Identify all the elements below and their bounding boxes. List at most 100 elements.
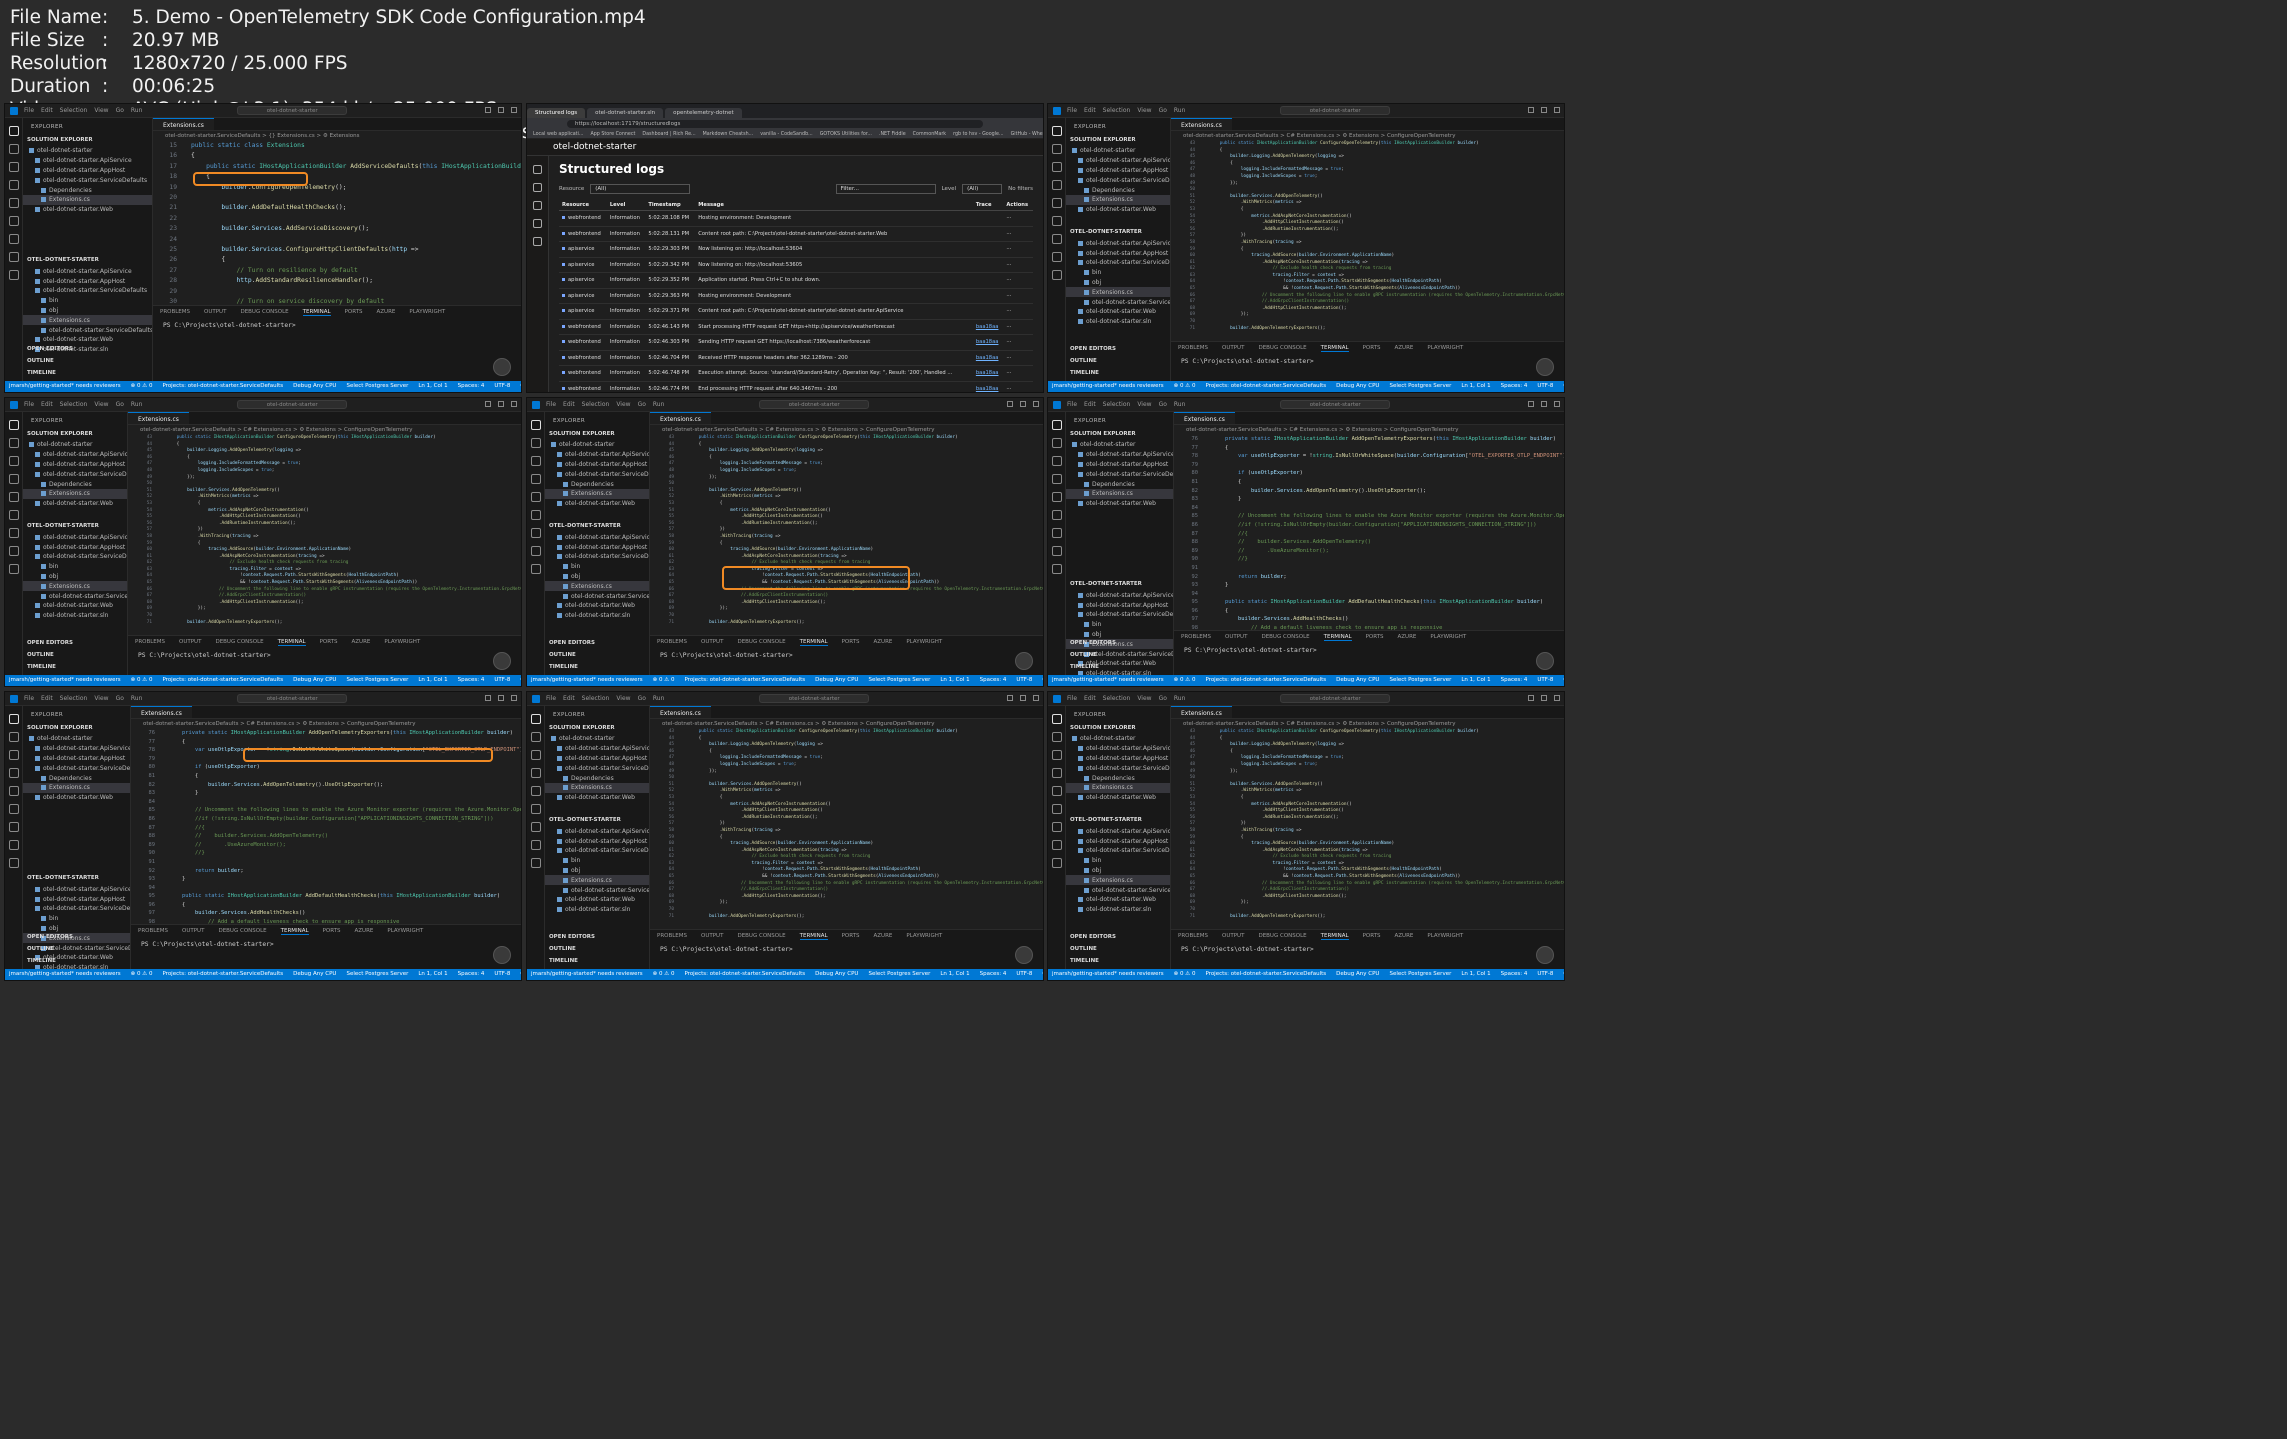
docker-icon[interactable] [1051,822,1062,832]
editor-tab[interactable]: Extensions.cs [128,412,189,424]
breadcrumb[interactable]: otel-dotnet-starter.ServiceDefaults > C#… [1174,425,1564,435]
tree-item[interactable]: Dependencies [1066,185,1170,195]
tree-item[interactable]: otel-dotnet-starter.ServiceDefaults.cspr… [1066,297,1170,307]
panel-tab[interactable]: DEBUG CONSOLE [737,636,785,645]
tree-item[interactable]: otel-dotnet-starter.ServiceDefaults [23,286,152,296]
extensions-icon[interactable] [8,786,19,796]
status-item[interactable]: jmarsh/getting-started* needs reviewers [9,383,121,389]
bookmark[interactable]: GOTOKS Utilities for... [820,132,872,137]
tree-item[interactable]: Extensions.cs [23,488,127,499]
terminal-prompt[interactable]: PS C:\Projects\otel-dotnet-starter> [650,940,1043,959]
panel-tab[interactable]: PROBLEMS [138,925,168,934]
copilot-chat-icon[interactable] [493,946,511,964]
status-item[interactable]: Debug Any CPU [293,677,336,683]
status-item[interactable]: Projects: otel-dotnet-starter.ServiceDef… [162,383,283,389]
testing-icon[interactable] [530,510,541,520]
copilot-chat-icon[interactable] [1536,358,1554,376]
tree-item[interactable]: otel-dotnet-starter.ApiService [23,884,130,894]
tree-item[interactable]: otel-dotnet-starter.Web [545,499,649,509]
status-item[interactable]: CRLF [1563,971,1564,977]
tree-item[interactable]: otel-dotnet-starter.ApiService [23,532,127,542]
section-open_editors[interactable]: OPEN EDITORS [23,931,77,943]
docker-icon[interactable] [8,822,19,832]
menu-item[interactable]: Selection [60,401,88,408]
log-row[interactable]: apiservice Information 5:02:29.371 PM Conte… [559,303,1033,320]
log-row[interactable]: webfrontend Information 5:02:28.108 PM Host… [559,210,1033,227]
tree-item[interactable]: otel-dotnet-starter.ServiceDefaults [23,469,127,479]
solution-explorer-section[interactable]: SOLUTION EXPLORER [1066,134,1170,146]
menu-item[interactable]: Run [131,695,143,702]
panel-tab[interactable]: OUTPUT [179,636,201,645]
status-item[interactable]: Spaces: 4 [980,677,1007,683]
status-item[interactable]: ⊗ 0 ⚠ 0 [131,971,153,977]
log-row[interactable]: apiservice Information 5:02:29.342 PM Now l… [559,257,1033,273]
browser-tab[interactable]: opentelemetry-dotnet [665,108,742,118]
solution-explorer-section[interactable]: SOLUTION EXPLORER [23,134,152,146]
breadcrumb[interactable]: otel-dotnet-starter.ServiceDefaults > C#… [128,425,521,435]
maximize-icon[interactable] [498,695,504,701]
tree-item[interactable]: otel-dotnet-starter [23,440,127,450]
panel-tab[interactable]: PROBLEMS [657,636,687,645]
status-item[interactable]: CRLF [1042,971,1043,977]
menu-item[interactable]: Go [1159,107,1167,114]
menu-item[interactable]: Go [1159,695,1167,702]
status-item[interactable]: Ln 1, Col 1 [1461,677,1490,683]
terminal-prompt[interactable]: PS C:\Projects\otel-dotnet-starter> [1171,352,1564,371]
tree-item[interactable]: otel-dotnet-starter.ServiceDefaults [1066,610,1173,620]
editor-tab[interactable]: Extensions.cs [650,412,711,424]
docker-icon[interactable] [530,528,541,538]
status-item[interactable]: Projects: otel-dotnet-starter.ServiceDef… [1205,677,1326,683]
log-row[interactable]: apiservice Information 5:02:29.363 PM Hosti… [559,288,1033,304]
status-item[interactable]: UTF-8 [494,971,510,977]
tree-item[interactable]: Dependencies [1066,479,1173,489]
tree-item[interactable]: otel-dotnet-starter.ApiService [545,744,649,754]
status-item[interactable]: UTF-8 [1016,677,1032,683]
panel-tab[interactable]: TERMINAL [277,636,306,646]
panel-tab[interactable]: PLAYWRIGHT [906,930,942,939]
menu-item[interactable]: View [616,401,630,408]
tree-item[interactable]: otel-dotnet-starter.AppHost [1066,248,1170,258]
panel-tab[interactable]: PLAYWRIGHT [409,306,445,315]
column-header[interactable]: Resource [559,200,607,211]
tree-item[interactable]: otel-dotnet-starter.ApiService [1066,156,1170,166]
tree-item[interactable]: otel-dotnet-starter.AppHost [1066,754,1170,764]
status-item[interactable]: Debug Any CPU [815,677,858,683]
status-item[interactable]: UTF-8 [1016,971,1032,977]
panel-tab[interactable]: PLAYWRIGHT [1427,342,1463,351]
tree-item[interactable]: bin [1066,856,1170,866]
tree-item[interactable]: otel-dotnet-starter [1066,146,1170,156]
log-row[interactable]: webfrontend Information 5:02:28.131 PM Cont… [559,226,1033,242]
tree-item[interactable]: otel-dotnet-starter.ServiceDefaults.cspr… [545,885,649,895]
status-item[interactable]: Select Postgres Server [346,971,408,977]
run-debug-icon[interactable] [1051,768,1062,778]
url-input[interactable]: https://localhost:17179/structuredlogs [567,120,983,128]
log-actions[interactable]: ··· [1003,365,1033,382]
panel-tab[interactable]: TERMINAL [799,636,828,646]
column-header[interactable]: Level [606,200,646,211]
tree-item[interactable]: otel-dotnet-starter [545,734,649,744]
panel-tab[interactable]: PLAYWRIGHT [384,636,420,645]
menu-item[interactable]: Edit [563,401,575,408]
run-debug-icon[interactable] [8,768,19,778]
status-item[interactable]: Spaces: 4 [458,971,485,977]
menu-item[interactable]: File [1067,401,1077,408]
explorer-icon[interactable] [8,126,19,136]
testing-icon[interactable] [8,804,19,814]
breadcrumb[interactable]: otel-dotnet-starter.ServiceDefaults > C#… [650,719,1043,729]
panel-tab[interactable]: PROBLEMS [1178,342,1208,351]
tree-item[interactable]: bin [23,562,127,572]
testing-icon[interactable] [1051,804,1062,814]
folder-section[interactable]: OTEL-DOTNET-STARTER [23,872,130,884]
menu-item[interactable]: Go [116,401,124,408]
tree-item[interactable]: otel-dotnet-starter.Web [1066,499,1173,509]
tree-item[interactable]: otel-dotnet-starter.AppHost [1066,166,1170,176]
menu-item[interactable]: Selection [582,695,610,702]
tree-item[interactable]: Dependencies [545,773,649,783]
panel-tab[interactable]: OUTPUT [701,636,723,645]
section-timeline[interactable]: TIMELINE [1066,367,1120,379]
run-debug-icon[interactable] [1051,180,1062,190]
section-outline[interactable]: OUTLINE [23,943,77,955]
extensions-icon[interactable] [8,198,19,208]
menu-item[interactable]: Go [1159,401,1167,408]
panel-tab[interactable]: PLAYWRIGHT [906,636,942,645]
